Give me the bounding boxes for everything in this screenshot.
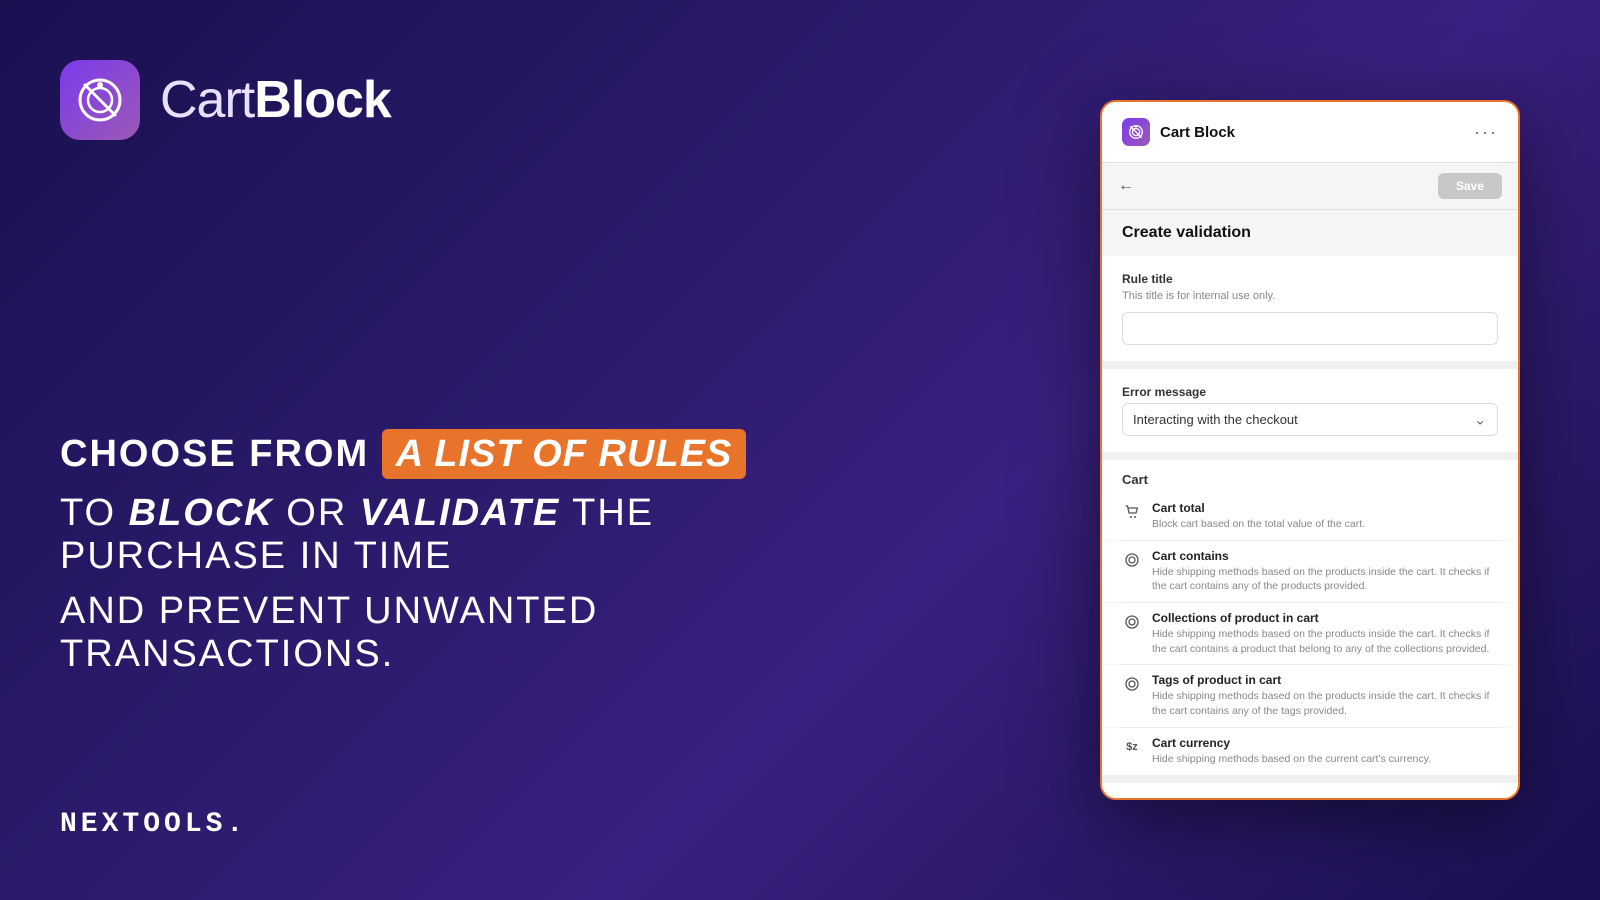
cart-contains-icon [1122,550,1142,570]
tagline: CHOOSE FROM A LIST OF RULES TO BLOCK OR … [60,433,780,676]
save-button[interactable]: Save [1438,173,1502,199]
rule-item-cart-contains[interactable]: Cart contains Hide shipping methods base… [1102,541,1518,602]
panel-nav: ← Save [1102,163,1518,210]
section-separator-1 [1102,361,1518,369]
currency-icon-text: $z [1126,741,1138,753]
currency-icon: $z [1122,737,1142,757]
logo-text-regular: Cart [160,71,254,129]
section-separator-2 [1102,452,1518,460]
rule-item-cart-total[interactable]: Cart total Block cart based on the total… [1102,493,1518,540]
rule-item-tags[interactable]: Tags of product in cart Hide shipping me… [1102,665,1518,726]
app-panel: Cart Block ··· ← Save Create validation … [1100,100,1520,800]
create-validation-title: Create validation [1102,210,1518,256]
panel-title: Cart Block [1160,124,1235,141]
rule-collections-text: Collections of product in cart Hide ship… [1152,611,1498,656]
app-logo-icon [60,60,140,140]
tagline-line2: TO BLOCK OR VALIDATE THE PURCHASE IN TIM… [60,492,780,578]
rule-title-label: Rule title [1122,272,1498,286]
tagline-line3: AND PREVENT UNWANTED TRANSACTIONS. [60,590,780,676]
logo-text-bold: Block [254,71,391,129]
cart-group-label: Cart [1102,460,1518,493]
logo-area: CartBlock [60,60,780,140]
tagline-line1: CHOOSE FROM A LIST OF RULES [60,433,780,476]
tagline-highlight: A LIST OF RULES [382,429,747,479]
error-message-section: Error message Interacting with the check… [1102,369,1518,452]
collections-icon [1122,612,1142,632]
rule-item-collections[interactable]: Collections of product in cart Hide ship… [1102,603,1518,664]
left-panel: CartBlock CHOOSE FROM A LIST OF RULES TO… [60,0,780,900]
rule-cart-contains-text: Cart contains Hide shipping methods base… [1152,549,1498,594]
panel-header-left: Cart Block [1122,118,1235,146]
error-message-select[interactable]: Interacting with the checkout [1122,403,1498,436]
customer-group-label: Customer [1102,783,1518,799]
panel-content[interactable]: Create validation Rule title This title … [1102,210,1518,798]
rule-currency-text: Cart currency Hide shipping methods base… [1152,736,1498,767]
back-button[interactable]: ← [1118,177,1134,195]
error-message-select-wrapper: Interacting with the checkout [1122,403,1498,436]
rule-title-sublabel: This title is for internal use only. [1122,290,1498,302]
panel-dots-menu[interactable]: ··· [1474,122,1498,143]
logo-text: CartBlock [160,70,391,130]
tags-icon [1122,674,1142,694]
rule-item-currency[interactable]: $z Cart currency Hide shipping methods b… [1102,728,1518,775]
rule-tags-text: Tags of product in cart Hide shipping me… [1152,673,1498,718]
rule-title-section: Rule title This title is for internal us… [1102,256,1518,361]
rule-title-input[interactable] [1122,312,1498,345]
tagline-prefix: CHOOSE FROM [60,433,369,475]
section-separator-3 [1102,775,1518,783]
cart-total-icon [1122,502,1142,522]
app-panel-wrapper: Cart Block ··· ← Save Create validation … [1100,100,1520,800]
rule-cart-total-text: Cart total Block cart based on the total… [1152,501,1498,532]
error-message-label: Error message [1122,385,1498,399]
panel-header: Cart Block ··· [1102,102,1518,163]
nextools-logo: NEXTOOLS. [60,809,780,840]
panel-logo-icon [1122,118,1150,146]
